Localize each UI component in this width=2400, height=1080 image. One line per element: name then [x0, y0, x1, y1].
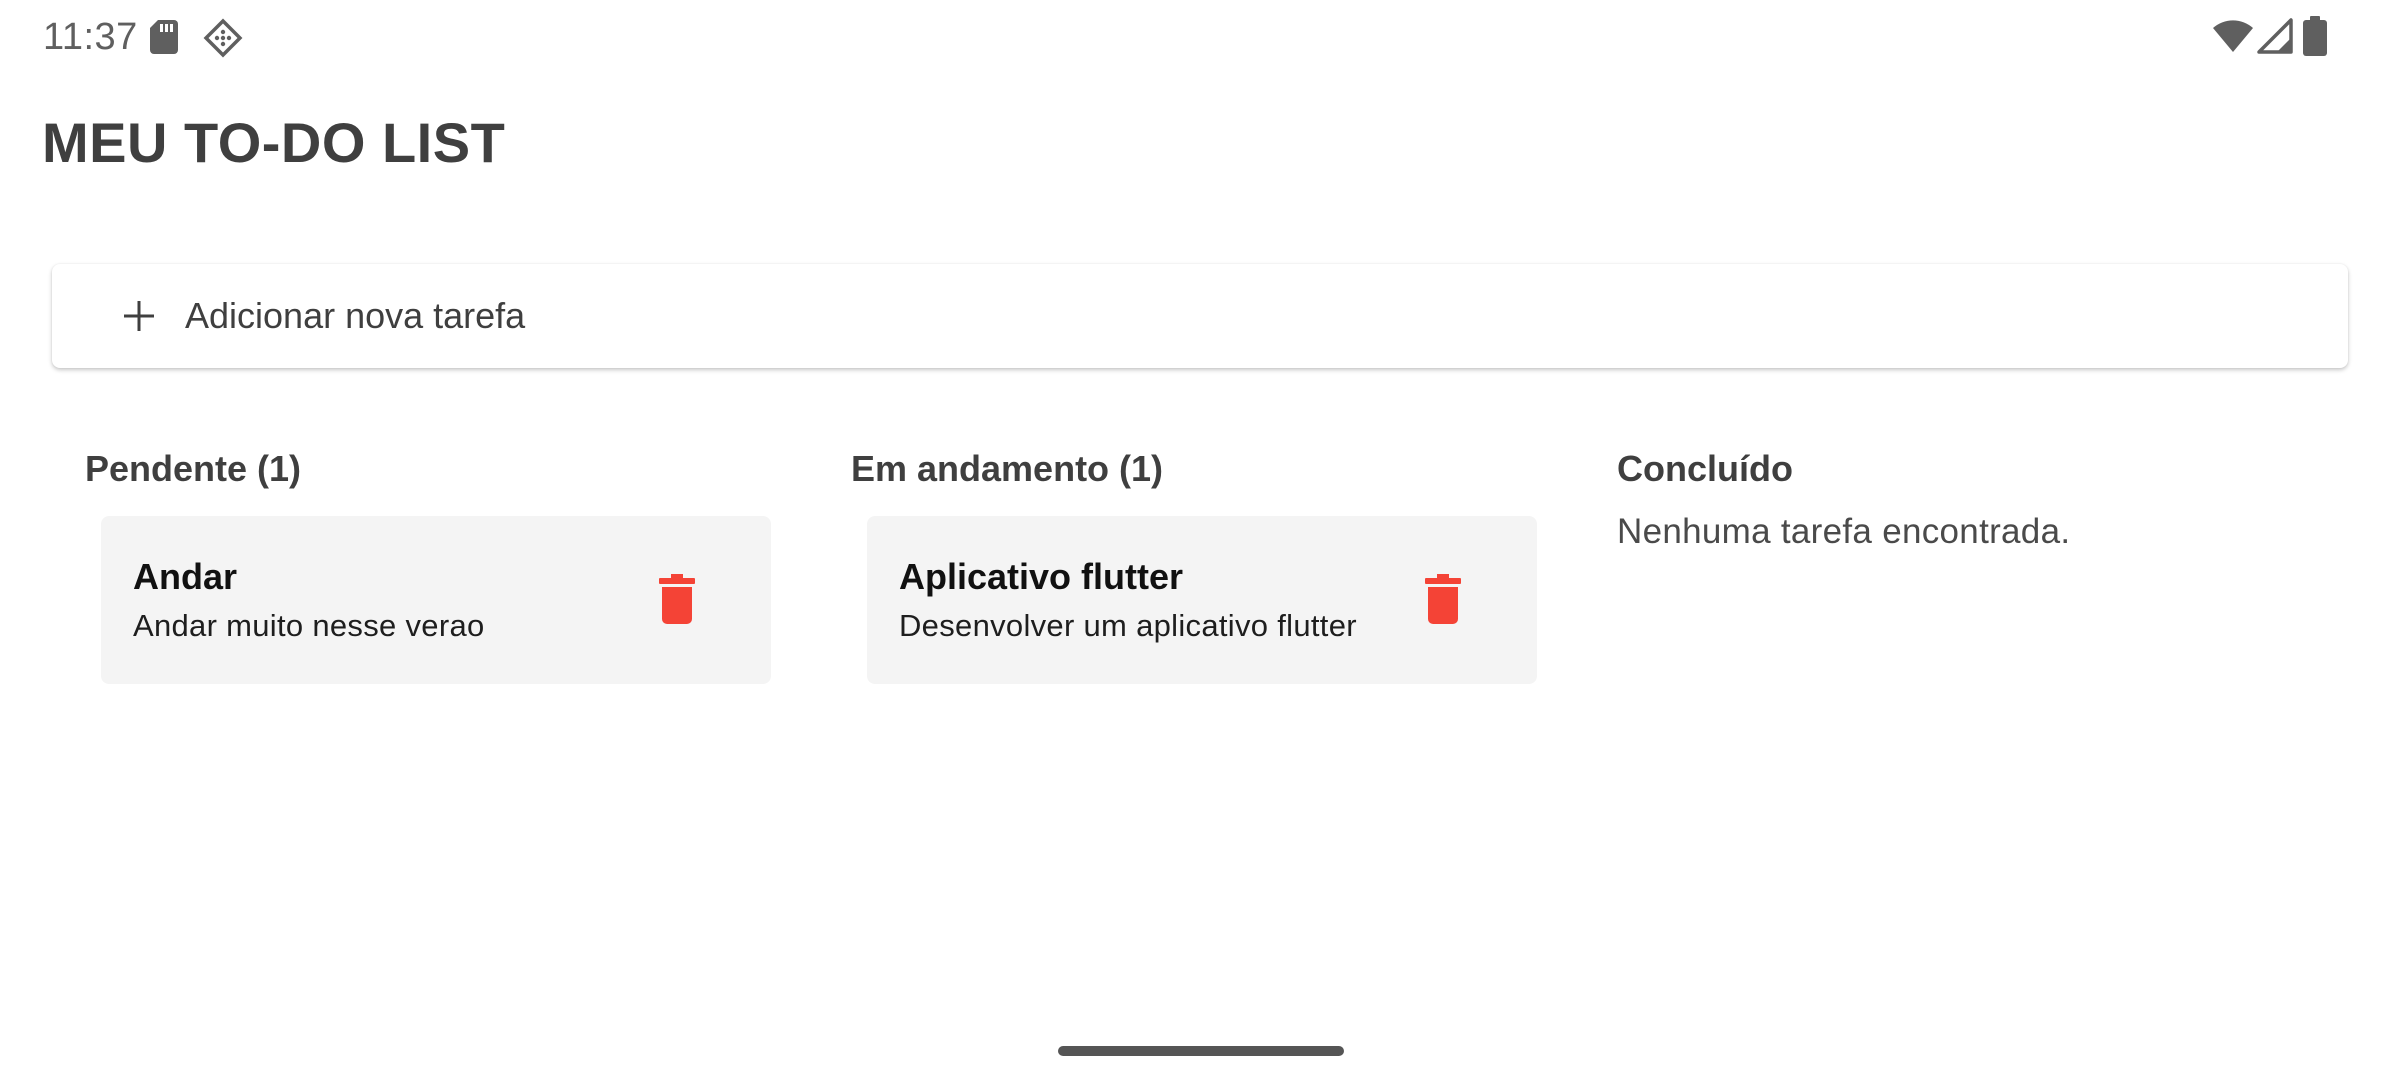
column-header: Pendente (1): [85, 448, 302, 489]
wifi-icon: [2213, 18, 2253, 54]
task-title: Aplicativo flutter: [899, 556, 1184, 597]
task-card[interactable]: Andar Andar muito nesse verao: [101, 516, 771, 684]
page-title: MEU TO-DO LIST: [42, 111, 506, 174]
delete-task-button[interactable]: [1413, 570, 1473, 630]
trash-icon: [1425, 574, 1461, 624]
plus-icon: [122, 299, 156, 333]
trash-icon: [659, 574, 695, 624]
column-concluido: Concluído Nenhuma tarefa encontrada.: [1617, 446, 2357, 552]
task-description: Andar muito nesse verao: [133, 608, 485, 643]
battery-icon: [2303, 16, 2327, 56]
sd-card-icon: [150, 20, 178, 54]
column-header: Em andamento (1): [851, 448, 1164, 489]
status-time: 11:37: [43, 16, 138, 58]
home-gesture-handle[interactable]: [1058, 1046, 1344, 1056]
column-em-andamento: Em andamento (1) Aplicativo flutter Dese…: [851, 446, 1591, 684]
cellular-signal-icon: [2257, 18, 2293, 54]
task-title: Andar: [133, 556, 238, 597]
add-task-label: Adicionar nova tarefa: [185, 295, 526, 336]
delete-task-button[interactable]: [647, 570, 707, 630]
status-bar: 11:37: [0, 0, 2400, 74]
debug-icon: [203, 18, 243, 58]
task-description: Desenvolver um aplicativo flutter: [899, 608, 1357, 643]
column-pendente: Pendente (1) Andar Andar muito nesse ver…: [85, 446, 825, 684]
empty-message: Nenhuma tarefa encontrada.: [1617, 512, 2071, 551]
task-card[interactable]: Aplicativo flutter Desenvolver um aplica…: [867, 516, 1537, 684]
add-task-button[interactable]: Adicionar nova tarefa: [52, 264, 2348, 368]
column-header: Concluído: [1617, 448, 1793, 489]
